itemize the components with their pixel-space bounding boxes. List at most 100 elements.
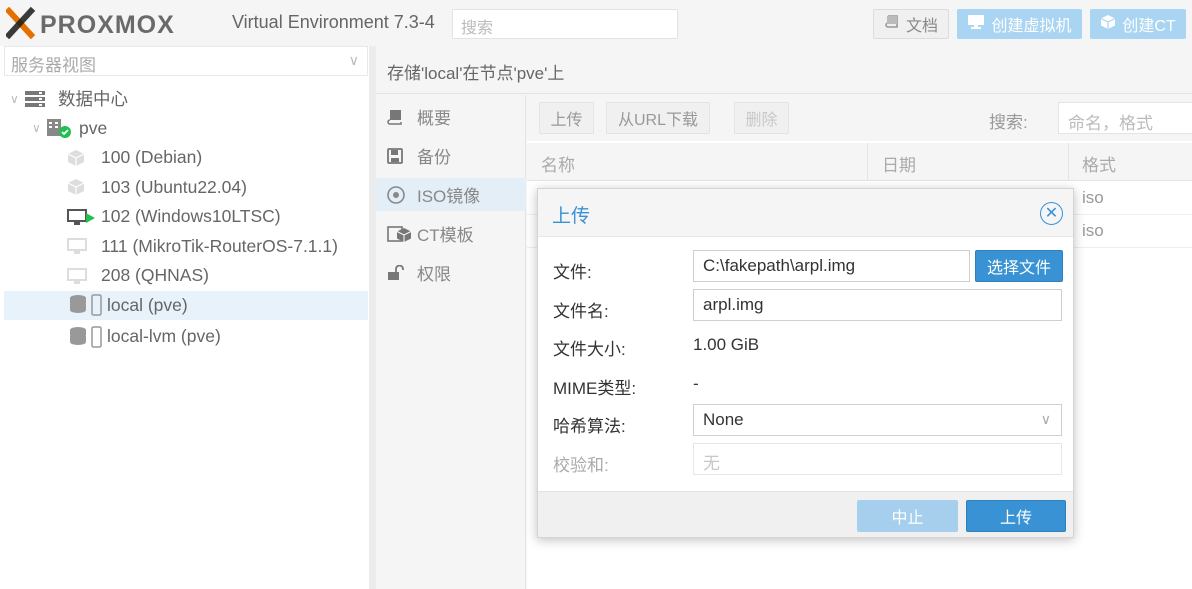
dialog-title: 上传 [552, 206, 591, 227]
dialog-footer: 中止 上传 [538, 491, 1073, 537]
vm-icon [66, 266, 88, 286]
chevron-down-icon[interactable]: ∨ [1041, 411, 1051, 428]
tree-item-label: 111 (MikroTik-RouterOS-7.1.1) [101, 235, 338, 256]
nav-label: CT模板 [417, 226, 474, 245]
tree-item-label: local-lvm (pve) [107, 326, 221, 347]
download-from-url-button[interactable]: 从URL下载 [606, 102, 710, 134]
tree-item-vm-111[interactable]: 111 (MikroTik-RouterOS-7.1.1) [4, 232, 368, 262]
resource-tree: ∨ 数据中心 ∨ pve 100 (Debian) 103 (Ubuntu22.… [4, 84, 368, 352]
format-cell: iso [1082, 221, 1104, 240]
format-cell: iso [1082, 188, 1104, 207]
nav-ct-templates[interactable]: CT模板 [376, 217, 526, 250]
checksum-label: 校验和: [553, 456, 609, 475]
tree-item-vm-208[interactable]: 208 (QHNAS) [4, 261, 368, 291]
close-icon[interactable]: ✕ [1040, 202, 1063, 225]
resource-tree-panel: 服务器视图 ∨ ∨ 数据中心 ∨ pve 100 (Debian) 103 (U… [0, 46, 372, 589]
tree-item-label: 208 (QHNAS) [101, 265, 209, 286]
column-header-date[interactable]: 日期 [882, 151, 916, 176]
column-divider [1068, 143, 1069, 181]
vm-icon [66, 236, 88, 256]
datacenter-icon [24, 90, 46, 108]
storage-icon [68, 293, 108, 317]
unlock-icon [387, 264, 405, 281]
filename-field[interactable]: arpl.img [693, 289, 1062, 321]
column-header-format[interactable]: 格式 [1082, 151, 1116, 176]
tree-item-label: 103 (Ubuntu22.04) [101, 176, 247, 197]
tree-item-storage-local[interactable]: local (pve) [4, 290, 368, 320]
choose-file-button[interactable]: 选择文件 [975, 250, 1063, 282]
filename-row: 文件名: arpl.img [538, 288, 1073, 326]
filename-label: 文件名: [553, 302, 609, 321]
nav-label: 备份 [417, 148, 451, 167]
create-ct-button[interactable]: 创建CT [1090, 9, 1186, 39]
nav-label: 概要 [417, 109, 451, 128]
nav-backup[interactable]: 备份 [376, 139, 526, 172]
nav-summary[interactable]: 概要 [376, 100, 526, 133]
cube-icon [1100, 14, 1116, 35]
tree-item-vm-102[interactable]: 102 (Windows10LTSC) [4, 202, 368, 232]
file-path-field[interactable]: C:\fakepath\arpl.img [693, 250, 970, 282]
column-header-name[interactable]: 名称 [541, 151, 575, 176]
chevron-down-icon: ∨ [348, 52, 359, 68]
tree-item-ct-100[interactable]: 100 (Debian) [4, 143, 368, 173]
container-icon [66, 177, 86, 197]
dialog-header: 上传 ✕ [538, 189, 1073, 237]
upload-submit-button[interactable]: 上传 [966, 500, 1066, 532]
disc-icon [387, 185, 405, 204]
abort-button[interactable]: 中止 [857, 500, 958, 532]
tree-item-datacenter[interactable]: ∨ 数据中心 [4, 84, 368, 114]
delete-button[interactable]: 删除 [734, 102, 789, 134]
tree-item-label: 102 (Windows10LTSC) [101, 206, 281, 227]
docs-button[interactable]: 文档 [873, 9, 949, 39]
view-selector[interactable]: 服务器视图 ∨ [4, 46, 368, 76]
vm-running-icon [66, 207, 98, 227]
size-row: 文件大小: 1.00 GiB [538, 326, 1073, 364]
view-selector-value: 服务器视图 [11, 56, 96, 75]
nav-iso-images[interactable]: ISO镜像 [376, 178, 526, 211]
upload-button[interactable]: 上传 [539, 102, 594, 134]
book-icon [387, 109, 403, 125]
tree-item-label: local (pve) [107, 294, 188, 315]
toolbar: 上传 从URL下载 删除 搜索: 命名，格式 [527, 95, 1192, 141]
grid-header: 名称 日期 格式 [527, 143, 1192, 181]
expand-icon[interactable]: ∨ [10, 92, 19, 106]
tree-item-label: 数据中心 [58, 89, 128, 110]
panel-splitter[interactable] [369, 46, 376, 589]
nav-label: 权限 [417, 265, 451, 284]
storage-icon [68, 325, 108, 349]
size-label: 文件大小: [553, 340, 626, 359]
proxmox-logo: PROXMOX [6, 7, 230, 39]
svg-text:PROXMOX: PROXMOX [40, 11, 175, 39]
tree-item-storage-local-lvm[interactable]: local-lvm (pve) [4, 322, 368, 352]
upload-dialog: 上传 ✕ 文件: C:\fakepath\arpl.img 选择文件 文件名: … [537, 188, 1074, 538]
node-online-icon [46, 117, 72, 139]
size-value: 1.00 GiB [693, 335, 760, 354]
hash-row: 哈希算法: None ∨ [538, 403, 1073, 441]
global-search-input[interactable]: 搜索 [452, 9, 678, 39]
create-ct-label: 创建CT [1122, 18, 1176, 35]
top-bar: PROXMOX Virtual Environment 7.3-4 搜索 文档 … [0, 0, 1192, 46]
checksum-field[interactable]: 无 [693, 443, 1062, 475]
tree-item-ct-103[interactable]: 103 (Ubuntu22.04) [4, 173, 368, 203]
monitor-icon [967, 14, 985, 35]
expand-icon[interactable]: ∨ [32, 121, 41, 135]
page-title: 存储'local'在节点'pve'上 [376, 46, 1192, 94]
floppy-icon [387, 147, 403, 164]
tree-item-label: 100 (Debian) [101, 147, 203, 168]
file-row: 文件: C:\fakepath\arpl.img 选择文件 [538, 249, 1073, 287]
nav-permissions[interactable]: 权限 [376, 256, 526, 289]
mime-row: MIME类型: - [538, 365, 1073, 403]
hash-label: 哈希算法: [553, 417, 626, 436]
hash-algorithm-select[interactable]: None ∨ [693, 404, 1062, 436]
create-vm-button[interactable]: 创建虚拟机 [957, 9, 1082, 39]
checksum-row: 校验和: 无 [538, 442, 1073, 480]
container-icon [66, 148, 86, 168]
file-label: 文件: [553, 263, 592, 282]
template-icon [387, 224, 413, 244]
search-input[interactable]: 命名，格式 [1058, 102, 1192, 134]
tree-item-node-pve[interactable]: ∨ pve [4, 114, 368, 144]
book-icon [884, 14, 900, 35]
docs-label: 文档 [905, 18, 938, 35]
mime-label: MIME类型: [553, 379, 637, 398]
search-label: 搜索: [989, 113, 1028, 132]
